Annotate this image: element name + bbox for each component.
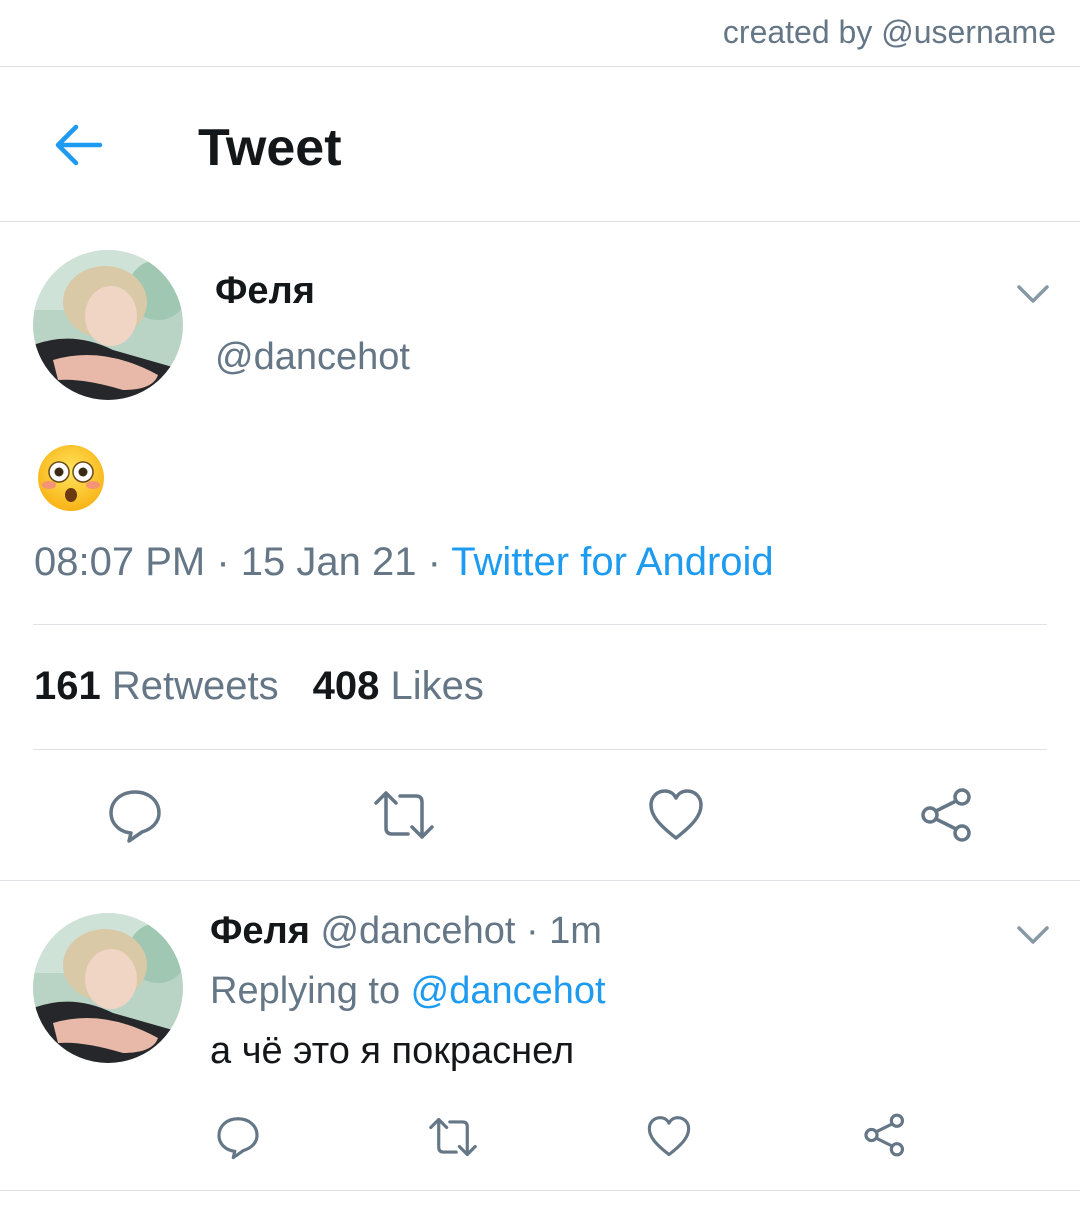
retweets-count: 161 [34,664,101,708]
divider [0,1190,1080,1191]
flushed-face-icon [36,443,106,513]
reply-avatar[interactable] [33,913,183,1063]
chevron-down-icon[interactable] [1015,276,1051,312]
tweet-source-link[interactable]: Twitter for Android [451,540,773,584]
replying-to: Replying to @dancehot [210,970,606,1013]
like-icon[interactable] [648,788,704,847]
reply-text: а чё это я покраснел [210,1030,575,1072]
likes-label: Likes [390,664,484,708]
reply-time: 1m [549,910,602,952]
tweet-date: 15 Jan 21 [240,540,417,584]
reply-icon[interactable] [106,786,164,849]
separator: · [416,540,452,584]
retweets-stat[interactable]: 161 Retweets [34,664,279,708]
page-title: Tweet [198,119,342,177]
reply-like-icon[interactable] [647,1115,691,1163]
reply-header: Феля @dancehot · 1m [210,910,602,953]
reply-reply-icon[interactable] [215,1114,261,1165]
share-icon[interactable] [918,786,976,849]
retweets-label: Retweets [111,664,279,708]
creator-credit: created by @username [722,14,1056,50]
reply-author-handle[interactable]: @dancehot [320,910,515,952]
separator: · [205,540,241,584]
author-handle[interactable]: @dancehot [215,336,410,379]
divider [33,749,1047,750]
reply-retweet-icon[interactable] [427,1114,479,1165]
retweet-icon[interactable] [372,786,436,849]
separator: · [515,910,550,952]
likes-count: 408 [312,664,380,708]
divider [0,221,1080,222]
replying-to-label: Replying to [210,970,411,1012]
tweet-meta: 08:07 PM · 15 Jan 21 · Twitter for Andro… [34,540,774,585]
back-arrow-icon[interactable] [50,118,104,172]
divider [0,880,1080,881]
tweet-stats: 161 Retweets 408 Likes [34,664,484,709]
divider [0,66,1080,67]
replying-to-handle[interactable]: @dancehot [411,970,606,1012]
reply-author-name[interactable]: Феля [210,910,310,952]
avatar[interactable] [33,250,183,400]
tweet-time: 08:07 PM [34,540,206,584]
reply-chevron-down-icon[interactable] [1015,917,1051,953]
author-name[interactable]: Феля [215,270,315,313]
likes-stat[interactable]: 408 Likes [313,664,484,708]
divider [33,624,1047,625]
reply-share-icon[interactable] [862,1112,908,1163]
